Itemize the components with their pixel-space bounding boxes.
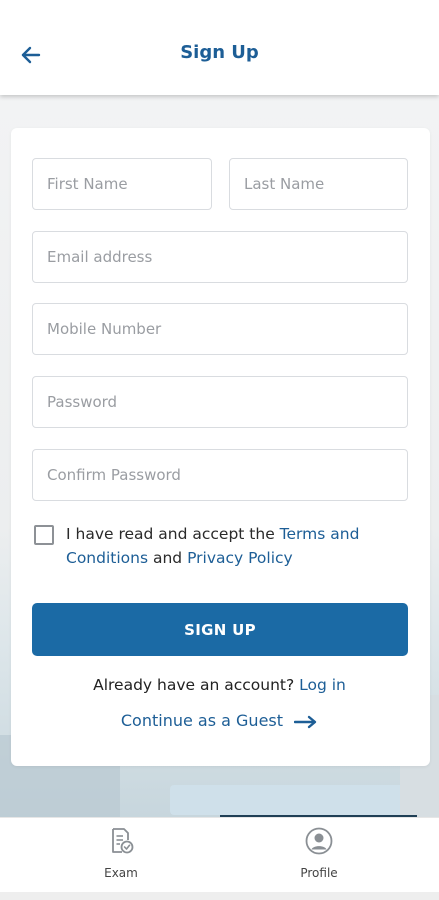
arrow-right-icon bbox=[293, 715, 317, 728]
confirm-password-input[interactable] bbox=[47, 466, 393, 484]
system-nav-strip bbox=[0, 892, 439, 900]
login-prompt: Already have an account? Log in bbox=[0, 676, 439, 694]
continue-as-guest-link[interactable]: Continue as a Guest bbox=[0, 711, 439, 730]
page-title: Sign Up bbox=[180, 42, 259, 63]
log-in-link[interactable]: Log in bbox=[299, 676, 346, 694]
tab-exam-label: Exam bbox=[104, 866, 138, 880]
tab-profile-label: Profile bbox=[300, 866, 338, 880]
terms-prefix: I have read and accept the bbox=[66, 525, 280, 543]
mobile-number-input[interactable] bbox=[47, 320, 393, 338]
first-name-field[interactable] bbox=[32, 158, 212, 210]
signup-card bbox=[11, 128, 430, 766]
sign-up-button[interactable]: SIGN UP bbox=[32, 603, 408, 656]
email-field[interactable] bbox=[32, 231, 408, 283]
tab-exam[interactable]: Exam bbox=[61, 826, 181, 880]
confirm-password-field[interactable] bbox=[32, 449, 408, 501]
privacy-policy-link[interactable]: Privacy Policy bbox=[187, 549, 293, 567]
mobile-number-field[interactable] bbox=[32, 303, 408, 355]
first-name-input[interactable] bbox=[47, 175, 197, 193]
email-input[interactable] bbox=[47, 248, 393, 266]
user-profile-icon bbox=[305, 827, 333, 855]
terms-middle: and bbox=[148, 549, 188, 567]
last-name-field[interactable] bbox=[229, 158, 408, 210]
login-prompt-text: Already have an account? bbox=[93, 676, 300, 694]
terms-text: I have read and accept the Terms and Con… bbox=[66, 522, 406, 570]
bottom-tab-bar: Exam Profile bbox=[0, 817, 439, 892]
app-header: Sign Up bbox=[0, 0, 439, 95]
last-name-input[interactable] bbox=[244, 175, 393, 193]
password-input[interactable] bbox=[47, 393, 393, 411]
password-field[interactable] bbox=[32, 376, 408, 428]
continue-as-guest-label: Continue as a Guest bbox=[120, 711, 284, 730]
tab-profile[interactable]: Profile bbox=[259, 826, 379, 880]
terms-checkbox[interactable] bbox=[34, 525, 54, 545]
exam-document-icon bbox=[112, 828, 134, 854]
background-decoration bbox=[170, 785, 420, 815]
